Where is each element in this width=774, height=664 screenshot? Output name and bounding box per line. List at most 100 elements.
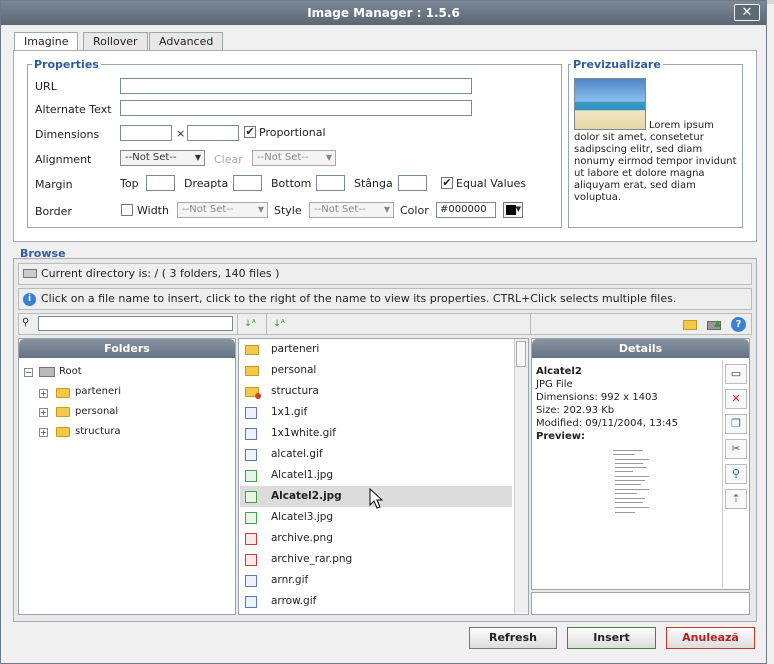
alignment-label: Alignment [35,153,92,166]
info-bar: i Click on a file name to insert, click … [18,288,752,310]
folders-header: Folders [19,339,235,358]
file-name[interactable]: Alcatel3.jpg [271,507,333,528]
expand-icon[interactable]: + [39,408,48,417]
drive-icon [23,269,37,278]
properties-icon[interactable]: ▭ [725,364,747,384]
clear-value: --Not Set-- [257,152,309,163]
help-icon[interactable]: ? [729,315,747,333]
tree-item-parteneri[interactable]: parteneri [75,385,121,399]
margin-bottom-input[interactable] [316,175,345,191]
tab-advanced[interactable]: Advanced [149,32,224,51]
tree-item-personal[interactable]: personal [75,405,118,419]
proportional-checkbox[interactable]: ✔ [244,126,256,138]
sort-type-icon[interactable]: ↓ᴬ [270,315,288,333]
file-row[interactable]: personal [240,360,512,381]
file-row[interactable]: arrow.gif [240,591,512,612]
expand-icon[interactable]: + [39,389,48,398]
tree-item-structura[interactable]: structura [75,425,121,439]
file-name[interactable]: parteneri [271,339,319,360]
clear-select[interactable]: --Not Set-- ▼ [252,150,336,166]
border-color-input[interactable]: #000000 [436,202,496,218]
file-row[interactable]: structura [240,381,512,402]
jpg-icon [245,512,257,524]
file-name[interactable]: Alcatel2.jpg [271,486,342,507]
url-input[interactable] [120,78,472,94]
upload-icon[interactable]: ▲ [704,315,722,333]
border-style-select[interactable]: --Not Set-- ▼ [309,202,394,218]
file-row[interactable]: archive.png [240,528,512,549]
file-row[interactable]: arnr.gif [240,570,512,591]
close-button[interactable]: ✕ [734,4,760,21]
delete-icon[interactable]: ✕ [725,389,747,409]
file-name[interactable]: structura [271,381,319,402]
search-input[interactable] [38,316,233,331]
height-input[interactable] [187,125,239,141]
border-style-value: --Not Set-- [314,204,366,215]
sort-name-icon[interactable]: ↓ᴬ [241,315,259,333]
gif-icon [245,596,257,608]
margin-right-input[interactable] [233,175,262,191]
file-row[interactable]: Alcatel1.jpg [240,465,512,486]
copy-icon[interactable]: ❐ [725,414,747,434]
proportional-label: Proportional [259,126,326,139]
details-header: Details [532,339,749,358]
border-width-checkbox[interactable] [121,204,133,216]
times-sign: × [176,127,186,140]
color-picker-button[interactable]: ▼ [503,202,523,218]
zoom-icon[interactable]: ⚲ [725,464,747,484]
tab-rollover[interactable]: Rollover [83,32,148,51]
url-label: URL [35,80,57,93]
details-preview-label: Preview: [536,431,586,442]
equal-values-checkbox[interactable]: ✔ [441,177,453,189]
file-name[interactable]: archive_rar.png [271,549,352,570]
new-folder-icon[interactable] [680,315,698,333]
cut-icon[interactable]: ✂ [725,439,747,459]
document-thumbnail [605,446,655,520]
margin-left-input[interactable] [398,175,427,191]
new-file-icon[interactable]: ⇡ [725,489,747,509]
details-size: Size: 202.93 Kb [536,405,615,416]
file-row[interactable]: Alcatel3.jpg [240,507,512,528]
toolbar-divider [237,313,238,335]
info-icon: i [23,293,36,306]
title-bar[interactable]: Image Manager : 1.5.6 ✕ [1,1,766,25]
files-scrollbar[interactable] [514,339,528,613]
width-input[interactable] [120,125,172,141]
file-name[interactable]: arnr.gif [271,570,308,591]
margin-top-input[interactable] [146,175,175,191]
details-divider [722,360,723,588]
alignment-value: --Not Set-- [125,152,177,163]
drive-icon [39,367,55,377]
binoculars-icon: ⚲ [22,317,30,328]
scrollbar-thumb[interactable] [516,341,526,367]
refresh-button[interactable]: Refresh [469,627,557,649]
insert-button[interactable]: Insert [567,627,656,649]
file-name[interactable]: personal [271,360,316,381]
folder-icon [56,388,70,398]
file-row[interactable]: 1x1.gif [240,402,512,423]
file-row[interactable]: archive_rar.png [240,549,512,570]
tree-root[interactable]: Root [59,365,82,379]
file-name[interactable]: alcatel.gif [271,444,323,465]
file-name[interactable]: Alcatel1.jpg [271,465,333,486]
cancel-button[interactable]: Anulează [666,627,755,649]
file-row[interactable]: alcatel.gif [240,444,512,465]
equal-values-label: Equal Values [456,177,527,190]
collapse-icon[interactable]: − [24,368,33,377]
tab-imagine[interactable]: Imagine [14,32,79,52]
alignment-select[interactable]: --Not Set-- ▼ [120,150,205,166]
file-name[interactable]: arrow.gif [271,591,316,612]
alt-text-label: Alternate Text [35,103,112,116]
clear-label: Clear [214,153,243,166]
border-width-select[interactable]: --Not Set-- ▼ [177,202,268,218]
margin-left-label: Stânga [354,177,393,190]
file-row[interactable]: parteneri [240,339,512,360]
expand-icon[interactable]: + [39,428,48,437]
window-title: Image Manager : 1.5.6 [307,6,460,20]
file-name[interactable]: archive.png [271,528,333,549]
file-name[interactable]: 1x1white.gif [271,423,336,444]
locked-folder-icon [245,387,261,399]
file-name[interactable]: 1x1.gif [271,402,307,423]
file-row[interactable]: 1x1white.gif [240,423,512,444]
alt-text-input[interactable] [120,100,472,116]
